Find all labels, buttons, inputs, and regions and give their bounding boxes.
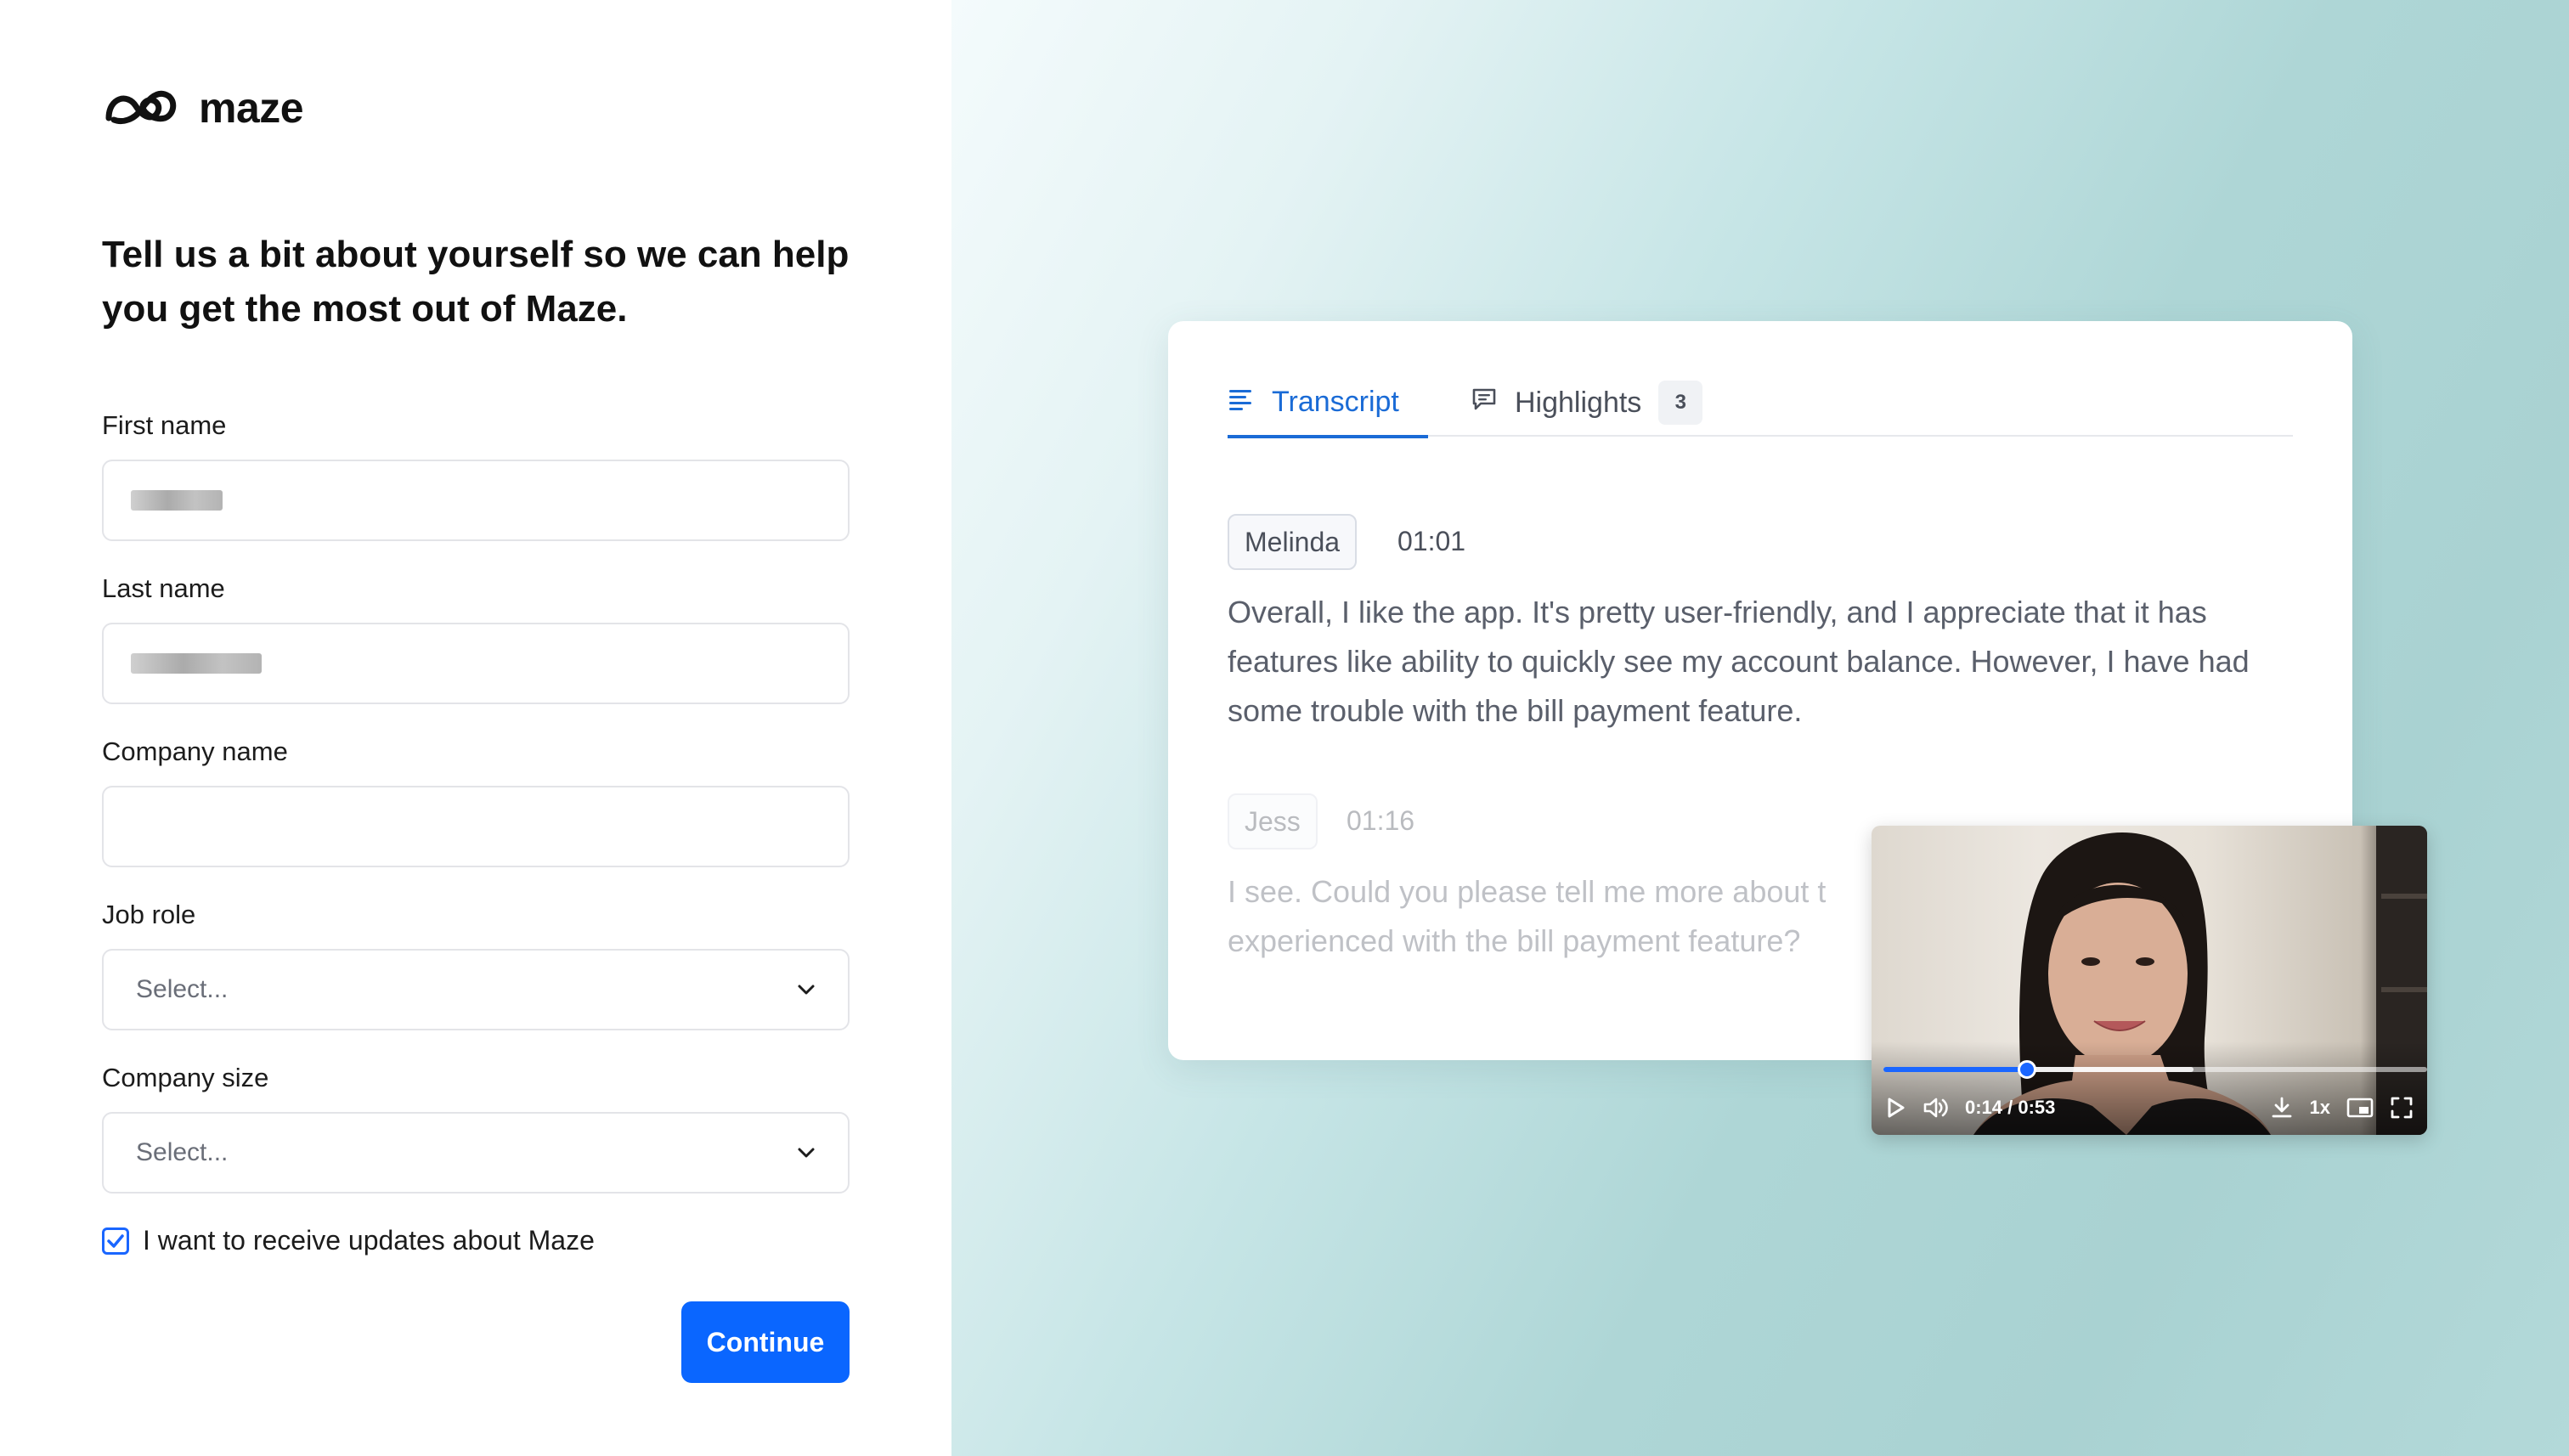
job-role-label: Job role: [102, 900, 196, 929]
job-role-select[interactable]: Select...: [102, 949, 850, 1030]
chevron-down-icon: [797, 1147, 816, 1159]
fullscreen-icon[interactable]: [2390, 1096, 2414, 1120]
job-role-value: Select...: [136, 975, 229, 1003]
lines-icon: [1228, 386, 1255, 419]
utterance-text: Overall, I like the app. It's pretty use…: [1228, 595, 2250, 728]
company-name-label: Company name: [102, 736, 288, 766]
video-player[interactable]: 0:14 / 0:53 1x: [1872, 826, 2427, 1135]
utterance-text: I see. Could you please tell me more abo…: [1228, 874, 1827, 958]
play-icon[interactable]: [1885, 1096, 1907, 1120]
highlights-count-badge: 3: [1658, 381, 1703, 425]
illustration-panel: Transcript Highlights 3 Melinda 01:01 Ov…: [951, 0, 2569, 1456]
updates-checkbox-label: I want to receive updates about Maze: [143, 1225, 595, 1256]
updates-checkbox-row[interactable]: I want to receive updates about Maze: [102, 1225, 595, 1256]
speaker-chip: Jess: [1228, 793, 1318, 849]
video-progress-bar[interactable]: [1883, 1060, 2427, 1079]
signup-panel: maze Tell us a bit about yourself so we …: [0, 0, 951, 1456]
company-size-label: Company size: [102, 1063, 269, 1092]
tab-transcript[interactable]: Transcript: [1228, 369, 1428, 438]
speaker-chip: Melinda: [1228, 514, 1358, 570]
video-scrubber-handle[interactable]: [2018, 1060, 2037, 1079]
transcript-tabs: Transcript Highlights 3: [1228, 369, 2293, 438]
download-icon[interactable]: [2269, 1095, 2295, 1120]
updates-checkbox[interactable]: [102, 1227, 129, 1255]
timestamp: 01:01: [1397, 526, 1466, 556]
brand-name: maze: [199, 84, 304, 132]
comment-icon: [1471, 387, 1498, 420]
company-size-value: Select...: [136, 1138, 229, 1166]
redacted-value: [131, 653, 262, 674]
video-time-readout: 0:14 / 0:53: [1965, 1097, 2056, 1118]
page-title: Tell us a bit about yourself so we can h…: [102, 234, 850, 330]
pip-icon[interactable]: [2346, 1096, 2374, 1120]
video-control-row: 0:14 / 0:53 1x: [1872, 1089, 2427, 1126]
last-name-label: Last name: [102, 573, 225, 603]
tab-transcript-label: Transcript: [1272, 385, 1399, 418]
chevron-down-icon: [797, 984, 816, 996]
timestamp: 01:16: [1347, 805, 1415, 836]
volume-icon[interactable]: [1923, 1096, 1950, 1120]
tab-highlights-label: Highlights: [1515, 386, 1642, 419]
maze-logo-icon: [102, 86, 180, 131]
company-size-select[interactable]: Select...: [102, 1112, 850, 1194]
playback-speed-button[interactable]: 1x: [2310, 1097, 2330, 1119]
brand: maze: [102, 83, 304, 133]
video-progress-fill: [1883, 1067, 2028, 1072]
checkmark-icon: [107, 1233, 124, 1248]
continue-button[interactable]: Continue: [681, 1301, 850, 1383]
company-name-field[interactable]: [102, 786, 850, 867]
redacted-value: [131, 490, 223, 511]
first-name-label: First name: [102, 410, 227, 440]
tab-highlights[interactable]: Highlights 3: [1471, 369, 1703, 437]
